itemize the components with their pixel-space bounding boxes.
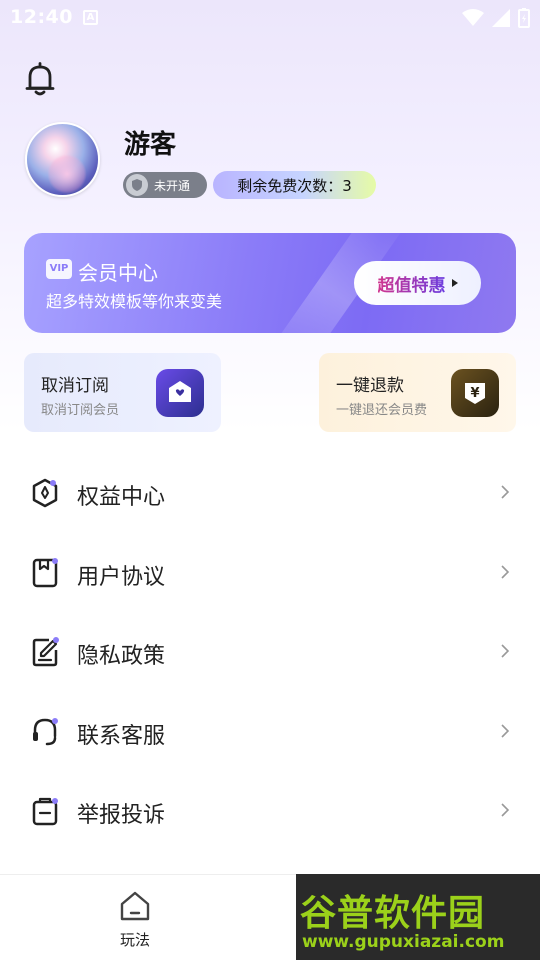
member-shield-icon: [126, 174, 148, 196]
menu-label: 隐私政策: [77, 644, 166, 669]
watermark-url: www.gupuxiazai.com: [302, 932, 505, 952]
chevron-right-icon: [501, 723, 510, 738]
one-click-refund-card[interactable]: 一键退款 一键退还会员费 ¥: [319, 353, 516, 432]
chevron-right-icon: [501, 564, 510, 579]
tab-play[interactable]: 玩法: [110, 889, 160, 950]
yuan-icon: ¥: [451, 369, 499, 417]
watermark: 谷普软件园 www.gupuxiazai.com: [296, 874, 540, 960]
avatar[interactable]: [25, 122, 100, 197]
vip-title: 会员中心: [78, 261, 158, 285]
home-icon: [120, 891, 150, 921]
menu-item-customer-service[interactable]: 联系客服: [0, 692, 540, 772]
member-status-text: 未开通: [154, 178, 191, 193]
special-offer-button[interactable]: 超值特惠: [354, 261, 481, 305]
menu-label: 权益中心: [77, 485, 166, 510]
play-arrow-icon: [451, 279, 458, 287]
chevron-right-icon: [501, 485, 510, 499]
menu-item-benefits[interactable]: 权益中心: [0, 453, 540, 533]
chevron-right-icon: [501, 644, 510, 658]
vip-subtitle: 超多特效模板等你来变美: [46, 292, 223, 311]
cancel-subscription-subtitle: 取消订阅会员: [41, 403, 120, 418]
refund-subtitle: 一键退还会员费: [336, 403, 428, 418]
free-uses-badge: 剩余免费次数：3: [213, 171, 376, 199]
settings-menu: 权益中心 用户协议 隐私政策 联系客服 举报投诉: [0, 453, 540, 851]
username: 游客: [124, 130, 177, 160]
menu-item-user-agreement[interactable]: 用户协议: [0, 533, 540, 613]
chevron-right-icon: [501, 803, 510, 817]
wifi-icon: [462, 9, 484, 26]
status-bar: 12:40 A: [0, 0, 540, 36]
battery-icon: [518, 8, 530, 28]
cancel-subscription-title: 取消订阅: [41, 376, 109, 396]
watermark-title: 谷普软件园: [300, 893, 486, 934]
vip-badge-icon: VIP: [46, 259, 72, 279]
special-offer-label: 超值特惠: [378, 271, 446, 296]
vip-center-card[interactable]: VIP 会员中心 超多特效模板等你来变美 超值特惠: [24, 233, 516, 333]
yuan-glyph: ¥: [470, 386, 479, 401]
member-status-badge[interactable]: 未开通: [123, 172, 207, 198]
menu-item-privacy-policy[interactable]: 隐私政策: [0, 612, 540, 692]
document-icon: [32, 557, 58, 587]
cancel-subscription-card[interactable]: 取消订阅 取消订阅会员: [24, 353, 221, 432]
status-icons: [462, 8, 530, 28]
menu-label: 举报投诉: [77, 803, 166, 828]
bell-icon[interactable]: [24, 62, 56, 98]
report-clipboard-icon: [32, 797, 58, 826]
heart-shield-icon: [156, 369, 204, 417]
edit-note-icon: [32, 637, 59, 667]
headset-icon: [33, 717, 58, 745]
menu-label: 用户协议: [77, 564, 166, 590]
benefits-hexagon-icon: [32, 478, 58, 508]
menu-label: 联系客服: [77, 723, 166, 749]
menu-item-report[interactable]: 举报投诉: [0, 771, 540, 851]
notification-icon: A: [83, 10, 98, 25]
refund-title: 一键退款: [336, 376, 404, 396]
status-time: 12:40: [10, 6, 73, 28]
signal-icon: [492, 9, 510, 27]
tab-play-label: 玩法: [119, 931, 150, 949]
